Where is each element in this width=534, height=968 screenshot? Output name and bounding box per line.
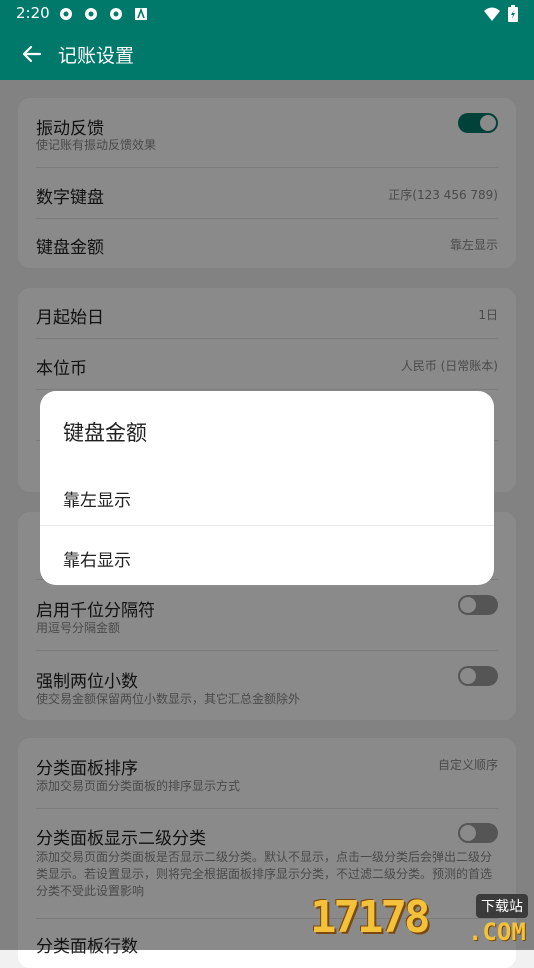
notification-icon	[85, 8, 97, 20]
option-align-right[interactable]: 靠右显示	[40, 526, 494, 586]
keypad-amount-dialog: 键盘金额 靠左显示 靠右显示	[40, 391, 494, 585]
page-title: 记账设置	[58, 45, 135, 67]
option-align-left[interactable]: 靠左显示	[40, 466, 494, 526]
status-time: 2:20	[16, 4, 50, 22]
back-arrow-icon[interactable]	[18, 40, 46, 68]
watermark-logo: 17178 下载站 .COM	[310, 890, 534, 950]
dialog-title: 键盘金额	[63, 421, 147, 445]
app-notification-icon	[135, 7, 147, 20]
battery-icon	[508, 5, 518, 22]
app-bar: 记账设置	[0, 28, 534, 80]
status-bar: 2:20	[0, 0, 534, 28]
wifi-icon	[484, 7, 500, 21]
option-label: 靠左显示	[63, 491, 131, 511]
watermark-number: 17178	[310, 892, 430, 943]
watermark-badge: 下载站	[476, 894, 528, 918]
option-label: 靠右显示	[63, 551, 131, 571]
watermark-domain: .COM	[468, 918, 526, 946]
notification-icon	[110, 8, 122, 20]
notification-icon	[60, 8, 72, 20]
